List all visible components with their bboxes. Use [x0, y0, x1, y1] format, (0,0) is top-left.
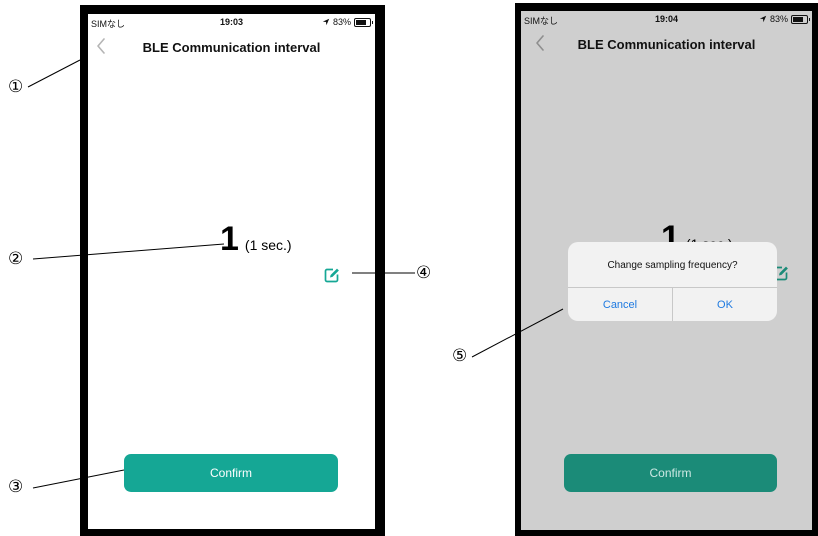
- page-title: BLE Communication interval: [577, 37, 756, 52]
- interval-unit: (1 sec.): [244, 237, 292, 253]
- battery-icon: [791, 14, 810, 24]
- callout-2: ②: [8, 249, 24, 268]
- status-right: 83%: [322, 17, 373, 27]
- callout-4: ④: [416, 263, 432, 282]
- dialog-cancel-button[interactable]: Cancel: [568, 288, 672, 321]
- interval-number: 1: [220, 220, 239, 258]
- dialog-message: Change sampling frequency?: [607, 260, 738, 271]
- page-title: BLE Communication interval: [142, 40, 321, 55]
- location-arrow-icon: [322, 18, 330, 26]
- app-screen-dimmed: SIMなし 19:04 83% BLE Communication interv…: [521, 11, 812, 530]
- nav-bar: BLE Communication interval: [88, 32, 375, 64]
- dialog-ok-button[interactable]: OK: [673, 288, 777, 321]
- location-arrow-icon: [759, 15, 767, 23]
- status-right: 83%: [759, 14, 810, 24]
- battery-percent: 83%: [332, 17, 351, 27]
- callout-3: ③: [8, 477, 24, 496]
- callout-5: ⑤: [452, 346, 468, 365]
- status-bar: SIMなし 19:04 83%: [521, 11, 812, 27]
- battery-percent: 83%: [769, 14, 788, 24]
- nav-bar: BLE Communication interval: [521, 29, 812, 61]
- edit-pencil-icon[interactable]: [324, 267, 340, 283]
- confirm-button[interactable]: Confirm: [124, 454, 338, 492]
- callout-1: ①: [8, 77, 24, 96]
- confirm-button[interactable]: Confirm: [564, 454, 777, 492]
- battery-icon: [354, 17, 373, 27]
- app-screen: SIMなし 19:03 83% BLE Communication interv…: [88, 14, 375, 529]
- phone-screenshot-left: SIMなし 19:03 83% BLE Communication interv…: [80, 5, 385, 536]
- status-bar: SIMなし 19:03 83%: [88, 14, 375, 30]
- confirm-dialog: Change sampling frequency? Cancel OK: [568, 242, 777, 321]
- interval-value: 1 (1 sec.): [220, 222, 292, 256]
- phone-screenshot-right: SIMなし 19:04 83% BLE Communication interv…: [515, 3, 818, 536]
- leader-line-1: [27, 59, 81, 88]
